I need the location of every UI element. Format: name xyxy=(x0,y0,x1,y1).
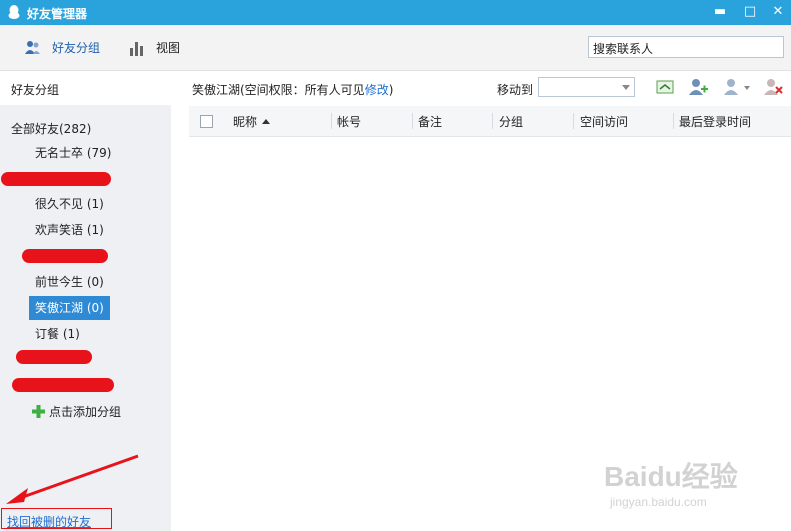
search-placeholder: 搜索联系人 xyxy=(593,42,654,56)
tab-view[interactable]: 视图 xyxy=(128,38,188,58)
column-account[interactable]: 帐号 xyxy=(337,113,361,130)
delete-friend-icon[interactable] xyxy=(762,76,784,98)
select-all-checkbox[interactable] xyxy=(200,115,213,128)
column-last-login[interactable]: 最后登录时间 xyxy=(679,113,751,130)
edit-remark-icon[interactable] xyxy=(654,76,676,98)
column-nickname[interactable]: 昵称 xyxy=(233,113,271,130)
sort-asc-icon xyxy=(262,119,271,124)
move-to-dropdown[interactable] xyxy=(538,77,635,97)
crumb-prefix: 笑傲江湖(空间权限：所有人可见 xyxy=(192,83,365,97)
sidebar-group-item[interactable]: 无名士卒 (79) xyxy=(29,141,117,165)
watermark-brand: Baidu经验 xyxy=(604,461,738,492)
column-divider xyxy=(673,113,674,129)
column-nickname-label: 昵称 xyxy=(233,115,258,129)
move-to-label: 移动到 xyxy=(497,83,534,97)
bar-chart-icon xyxy=(130,42,143,56)
tab-friend-groups[interactable]: 好友分组 xyxy=(24,38,114,58)
watermark-url: jingyan.baidu.com xyxy=(610,495,707,509)
column-divider xyxy=(492,113,493,129)
crumb-suffix: ) xyxy=(388,83,394,97)
tab-friend-groups-label: 好友分组 xyxy=(52,41,101,55)
add-friend-icon[interactable] xyxy=(687,76,709,98)
column-divider xyxy=(331,113,332,129)
main-header: 笑傲江湖(空间权限：所有人可见修改) 移动到 xyxy=(171,71,791,105)
sidebar-group-item[interactable]: 前世今生 (0) xyxy=(29,270,110,294)
recover-deleted-friends-link[interactable]: 找回被删的好友 xyxy=(1,508,112,529)
sidebar-group-item[interactable]: 欢声笑语 (1) xyxy=(29,218,110,242)
column-remark[interactable]: 备注 xyxy=(418,113,442,130)
column-group[interactable]: 分组 xyxy=(499,113,523,130)
sidebar-group-item-selected[interactable]: 笑傲江湖 (0) xyxy=(29,296,110,320)
qq-penguin-icon xyxy=(8,5,20,19)
sidebar-group-item[interactable]: 很久不见 (1) xyxy=(29,192,110,216)
tab-view-label: 视图 xyxy=(156,41,181,55)
plus-icon xyxy=(32,405,45,418)
friend-table-header: 昵称 帐号 备注 分组 空间访问 最后登录时间 xyxy=(189,106,791,137)
sidebar-item-all-friends[interactable]: 全部好友(282) xyxy=(11,120,91,137)
column-divider xyxy=(573,113,574,129)
redaction-mark xyxy=(12,378,114,392)
title-bar: 好友管理器 ▬ □ ✕ xyxy=(0,0,791,25)
people-icon xyxy=(25,41,40,54)
chevron-down-icon xyxy=(622,85,630,90)
recover-link-label: 找回被删的好友 xyxy=(7,515,92,529)
redaction-mark xyxy=(16,350,92,364)
sidebar-header: 好友分组 xyxy=(0,71,171,105)
window-title: 好友管理器 xyxy=(27,7,88,21)
modify-link[interactable]: 修改 xyxy=(365,83,389,97)
redaction-mark xyxy=(1,172,111,186)
redaction-mark xyxy=(22,249,108,263)
minimize-button[interactable]: ▬ xyxy=(709,2,731,22)
add-group-label: 点击添加分组 xyxy=(49,405,122,419)
sidebar-header-label: 好友分组 xyxy=(11,83,60,97)
sidebar-group-item[interactable]: 订餐 (1) xyxy=(29,322,86,346)
column-divider xyxy=(412,113,413,129)
baidu-watermark: Baidu经验 jingyan.baidu.com xyxy=(604,455,784,515)
annotation-arrow xyxy=(6,454,139,504)
search-input[interactable]: 搜索联系人 xyxy=(588,36,784,58)
toolbar: 好友分组 视图 搜索联系人 xyxy=(0,25,791,71)
close-button[interactable]: ✕ xyxy=(767,2,789,22)
group-permission-text: 笑傲江湖(空间权限：所有人可见修改) xyxy=(192,81,393,98)
maximize-button[interactable]: □ xyxy=(739,2,761,22)
friend-options-icon[interactable] xyxy=(722,76,752,98)
column-space-visits[interactable]: 空间访问 xyxy=(580,113,628,130)
